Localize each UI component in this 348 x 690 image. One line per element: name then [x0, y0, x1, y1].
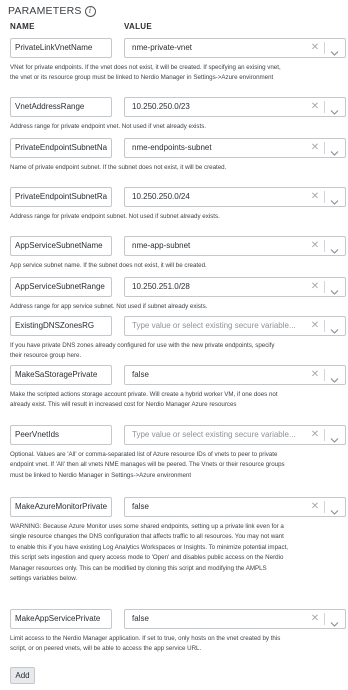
clear-icon[interactable]: ✕	[310, 501, 320, 513]
separator	[324, 501, 325, 513]
parameter-value-field[interactable]: false ✕	[124, 497, 346, 517]
parameter-description: Address range for app service subnet. No…	[10, 303, 208, 310]
parameters-title: PARAMETERS	[8, 5, 82, 17]
parameter-description: WARNING: Because Azure Monitor uses some…	[10, 523, 289, 583]
chevron-down-icon[interactable]	[330, 371, 339, 383]
separator	[324, 281, 325, 293]
chevron-down-icon[interactable]	[330, 193, 339, 205]
chevron-down-icon[interactable]	[330, 503, 339, 515]
separator	[324, 429, 325, 441]
separator	[324, 42, 325, 54]
parameter-name-field[interactable]: PrivateLinkVnetName	[10, 38, 112, 58]
chevron-down-icon[interactable]	[330, 431, 339, 443]
parameter-name-field[interactable]: PrivateEndpointSubnetRa	[10, 187, 112, 207]
parameter-name-field[interactable]: AppServiceSubnetRange	[10, 277, 112, 297]
parameter-value-field[interactable]: nme-private-vnet ✕	[124, 38, 346, 58]
column-header-name: NAME	[10, 22, 35, 31]
separator	[324, 369, 325, 381]
parameter-name-field[interactable]: MakeAppServicePrivate	[10, 609, 112, 629]
parameter-name-field[interactable]: PrivateEndpointSubnetNa	[10, 138, 112, 158]
clear-icon[interactable]: ✕	[310, 369, 320, 381]
parameter-value-text: nme-private-vnet	[132, 43, 193, 52]
parameter-value-text: 10.250.250.0/23	[132, 102, 190, 111]
clear-icon[interactable]: ✕	[310, 429, 320, 441]
separator	[324, 142, 325, 154]
parameter-description: Address range for private endpoint subne…	[10, 213, 220, 220]
parameter-name-field[interactable]: ExistingDNSZonesRG	[10, 316, 112, 336]
parameter-value-text: nme-app-subnet	[132, 241, 191, 250]
parameter-value-field[interactable]: false ✕	[124, 609, 346, 629]
parameters-heading: PARAMETERS i	[8, 5, 96, 17]
parameter-name-field[interactable]: PeerVnetIds	[10, 425, 112, 445]
separator	[324, 101, 325, 113]
chevron-down-icon[interactable]	[330, 242, 339, 254]
parameter-value-field[interactable]: 10.250.251.0/28 ✕	[124, 277, 346, 297]
clear-icon[interactable]: ✕	[310, 281, 320, 293]
clear-icon[interactable]: ✕	[310, 101, 320, 113]
parameter-name-field[interactable]: AppServiceSubnetName	[10, 236, 112, 256]
parameter-description: Address range for private endpoint vnet.…	[10, 123, 207, 130]
parameter-value-text: nme-endpoints-subnet	[132, 143, 212, 152]
parameter-value-text: 10.250.250.0/24	[132, 192, 190, 201]
clear-icon[interactable]: ✕	[310, 320, 320, 332]
info-icon[interactable]: i	[84, 5, 96, 17]
parameter-value-text: 10.250.251.0/28	[132, 282, 190, 291]
parameter-value-field[interactable]: Type value or select existing secure var…	[124, 425, 346, 445]
separator	[324, 613, 325, 625]
parameter-value-field[interactable]: false ✕	[124, 365, 346, 385]
parameter-description: Name of private endpoint subnet. If the …	[10, 164, 227, 171]
parameter-description: Optional. Values are 'All' or comma-sepa…	[10, 451, 285, 479]
clear-icon[interactable]: ✕	[310, 240, 320, 252]
parameter-value-text: false	[132, 502, 149, 511]
chevron-down-icon[interactable]	[330, 44, 339, 56]
parameter-value-text: false	[132, 614, 149, 623]
parameter-description: App service subnet name. If the subnet d…	[10, 262, 207, 269]
clear-icon[interactable]: ✕	[310, 142, 320, 154]
clear-icon[interactable]: ✕	[310, 191, 320, 203]
parameter-value-field[interactable]: 10.250.250.0/23 ✕	[124, 97, 346, 117]
chevron-down-icon[interactable]	[330, 322, 339, 334]
separator	[324, 191, 325, 203]
parameter-value-field[interactable]: nme-endpoints-subnet ✕	[124, 138, 346, 158]
parameter-value-field[interactable]: nme-app-subnet ✕	[124, 236, 346, 256]
parameter-description: Make the scripted actions storage accoun…	[10, 391, 278, 409]
parameter-name-field[interactable]: MakeSaStoragePrivate	[10, 365, 112, 385]
separator	[324, 320, 325, 332]
parameter-description: If you have private DNS zones already co…	[10, 342, 275, 360]
add-button[interactable]: Add	[10, 667, 35, 684]
chevron-down-icon[interactable]	[330, 283, 339, 295]
parameter-name-field[interactable]: VnetAddressRange	[10, 97, 112, 117]
parameter-value-field[interactable]: 10.250.250.0/24 ✕	[124, 187, 346, 207]
chevron-down-icon[interactable]	[330, 615, 339, 627]
clear-icon[interactable]: ✕	[310, 42, 320, 54]
parameter-value-field[interactable]: Type value or select existing secure var…	[124, 316, 346, 336]
parameter-value-placeholder: Type value or select existing secure var…	[132, 321, 296, 330]
column-header-value: VALUE	[124, 22, 153, 31]
parameter-value-placeholder: Type value or select existing secure var…	[132, 430, 296, 439]
separator	[324, 240, 325, 252]
chevron-down-icon[interactable]	[330, 144, 339, 156]
parameter-description: VNet for private endpoints. If the vnet …	[10, 64, 281, 82]
parameter-name-field[interactable]: MakeAzureMonitorPrivate	[10, 497, 112, 517]
parameter-description: Limit access to the Nerdio Manager appli…	[10, 635, 281, 653]
clear-icon[interactable]: ✕	[310, 613, 320, 625]
parameter-value-text: false	[132, 370, 149, 379]
chevron-down-icon[interactable]	[330, 103, 339, 115]
